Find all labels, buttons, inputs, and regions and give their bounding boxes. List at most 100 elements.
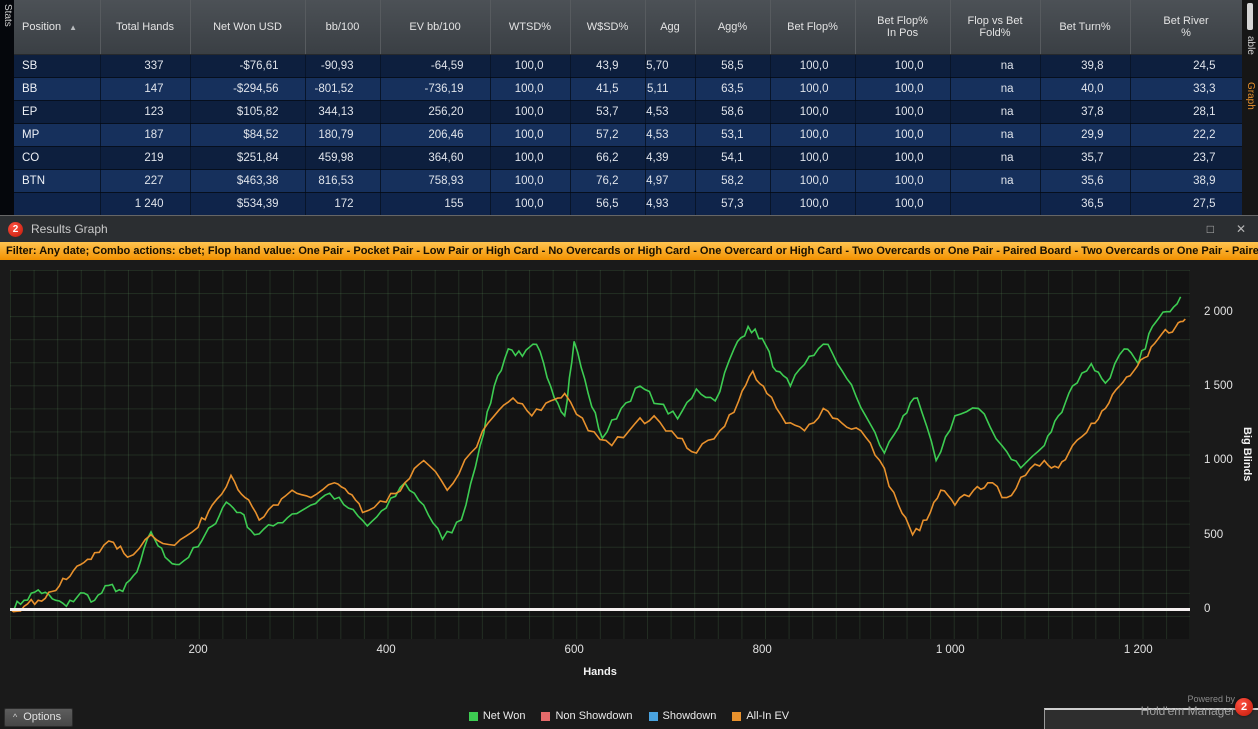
column-header[interactable]: Bet River % [1130,0,1242,54]
stat-cell: 100,0 [490,146,570,169]
column-header[interactable]: bb/100 [305,0,380,54]
stat-cell: 4,53 [645,123,695,146]
x-axis-label: Hands [10,666,1190,678]
screen: Position▲Total HandsNet Won USDbb/100EV … [0,0,1258,729]
position-cell: MP [14,123,100,146]
stat-cell: 54,1 [695,146,770,169]
stat-cell: 5,70 [645,54,695,77]
stat-cell: 4,97 [645,169,695,192]
y-tick-label: 1 500 [1204,380,1233,392]
stat-cell: $105,82 [190,100,305,123]
stat-cell: 35,7 [1040,146,1130,169]
stats-panel: Position▲Total HandsNet Won USDbb/100EV … [0,0,1258,215]
stat-cell: na [950,100,1040,123]
stat-cell: -801,52 [305,77,380,100]
stats-row-CO[interactable]: CO219$251,84459,98364,60100,066,24,3954,… [14,146,1242,169]
stat-cell: $84,52 [190,123,305,146]
stat-cell: 36,5 [1040,192,1130,215]
powered-by: Powered by Hold'em Manager [1020,694,1235,718]
stat-cell: 58,2 [695,169,770,192]
stat-cell: 43,9 [570,54,645,77]
results-chart-plot[interactable] [10,270,1190,639]
legend-swatch-icon [732,712,741,721]
column-header[interactable]: Bet Turn% [1040,0,1130,54]
stats-table: Position▲Total HandsNet Won USDbb/100EV … [14,0,1243,215]
x-tick-label: 400 [377,644,396,656]
stats-header-row: Position▲Total HandsNet Won USDbb/100EV … [14,0,1242,54]
sort-asc-icon: ▲ [69,23,77,32]
tab-stats[interactable]: Stats [2,4,13,27]
stat-cell: 100,0 [490,77,570,100]
position-cell: CO [14,146,100,169]
stat-cell: 100,0 [490,169,570,192]
column-header[interactable]: Bet Flop% In Pos [855,0,950,54]
stat-cell: 28,1 [1130,100,1242,123]
stat-cell: na [950,169,1040,192]
column-header[interactable]: Total Hands [100,0,190,54]
x-tick-label: 1 000 [936,644,965,656]
stat-cell: 76,2 [570,169,645,192]
chart-lines [10,270,1190,639]
y-tick-label: 2 000 [1204,306,1233,318]
stats-row-MP[interactable]: MP187$84,52180,79206,46100,057,24,5353,1… [14,123,1242,146]
stat-cell: 100,0 [770,169,855,192]
powered-by-line2: Hold'em Manager [1020,704,1235,718]
vertical-scrollbar-thumb[interactable] [1247,3,1253,30]
window-titlebar[interactable]: 2 Results Graph □ ✕ [0,216,1258,242]
stats-row-EP[interactable]: EP123$105,82344,13256,20100,053,74,5358,… [14,100,1242,123]
options-button[interactable]: ^ Options [4,708,73,727]
legend-swatch-icon [541,712,550,721]
column-header[interactable]: Agg% [695,0,770,54]
column-header[interactable]: Position▲ [14,0,100,54]
stats-row-BTN[interactable]: BTN227$463,38816,53758,93100,076,24,9758… [14,169,1242,192]
results-graph-window: 2 Results Graph □ ✕ Filter: Any date; Co… [0,215,1258,729]
series-net-won [10,297,1181,611]
stat-cell: 39,8 [1040,54,1130,77]
stat-cell: 100,0 [490,100,570,123]
right-rail: able Graph [1242,0,1258,215]
stat-cell: 100,0 [490,192,570,215]
column-header[interactable]: Agg [645,0,695,54]
x-tick-label: 800 [753,644,772,656]
filter-bar[interactable]: Filter: Any date; Combo actions: cbet; F… [0,242,1258,260]
stat-cell: 100,0 [855,192,950,215]
stat-cell: 24,5 [1130,54,1242,77]
window-title: Results Graph [31,222,108,236]
close-button[interactable]: ✕ [1236,222,1246,236]
column-header[interactable]: EV bb/100 [380,0,490,54]
stat-cell: 256,20 [380,100,490,123]
column-header[interactable]: WTSD% [490,0,570,54]
maximize-button[interactable]: □ [1207,222,1214,236]
stat-cell: 33,3 [1130,77,1242,100]
stat-cell: 180,79 [305,123,380,146]
column-header[interactable]: Net Won USD [190,0,305,54]
stat-cell: 63,5 [695,77,770,100]
stat-cell: 100,0 [490,123,570,146]
hm2-badge-icon: 2 [1235,698,1253,716]
stat-cell: 100,0 [855,77,950,100]
tab-graph[interactable]: Graph [1245,82,1256,110]
legend-label: Net Won [483,710,526,722]
stats-row-BB[interactable]: BB147-$294,56-801,52-736,19100,041,55,11… [14,77,1242,100]
legend-item-showdown[interactable]: Showdown [649,710,717,722]
filter-text: Any date; Combo actions: cbet; Flop hand… [39,245,1258,257]
stat-cell: -$76,61 [190,54,305,77]
column-header[interactable]: Bet Flop% [770,0,855,54]
stat-cell: 5,11 [645,77,695,100]
stat-cell: na [950,123,1040,146]
column-header[interactable]: W$SD% [570,0,645,54]
stat-cell: na [950,77,1040,100]
stat-cell: 4,53 [645,100,695,123]
hm2-logo-icon: 2 [8,222,23,237]
tab-table[interactable]: able [1245,36,1256,55]
legend-item-net-won[interactable]: Net Won [469,710,526,722]
legend-swatch-icon [469,712,478,721]
stats-row-SB[interactable]: SB337-$76,61-90,93-64,59100,043,95,7058,… [14,54,1242,77]
legend-label: All-In EV [746,710,789,722]
column-header[interactable]: Flop vs Bet Fold% [950,0,1040,54]
legend-item-all-in-ev[interactable]: All-In EV [732,710,789,722]
stat-cell: 172 [305,192,380,215]
legend-item-non-showdown[interactable]: Non Showdown [541,710,632,722]
y-tick-label: 0 [1204,603,1210,615]
stats-total-row[interactable]: 1 240$534,39172155100,056,54,9357,3100,0… [14,192,1242,215]
